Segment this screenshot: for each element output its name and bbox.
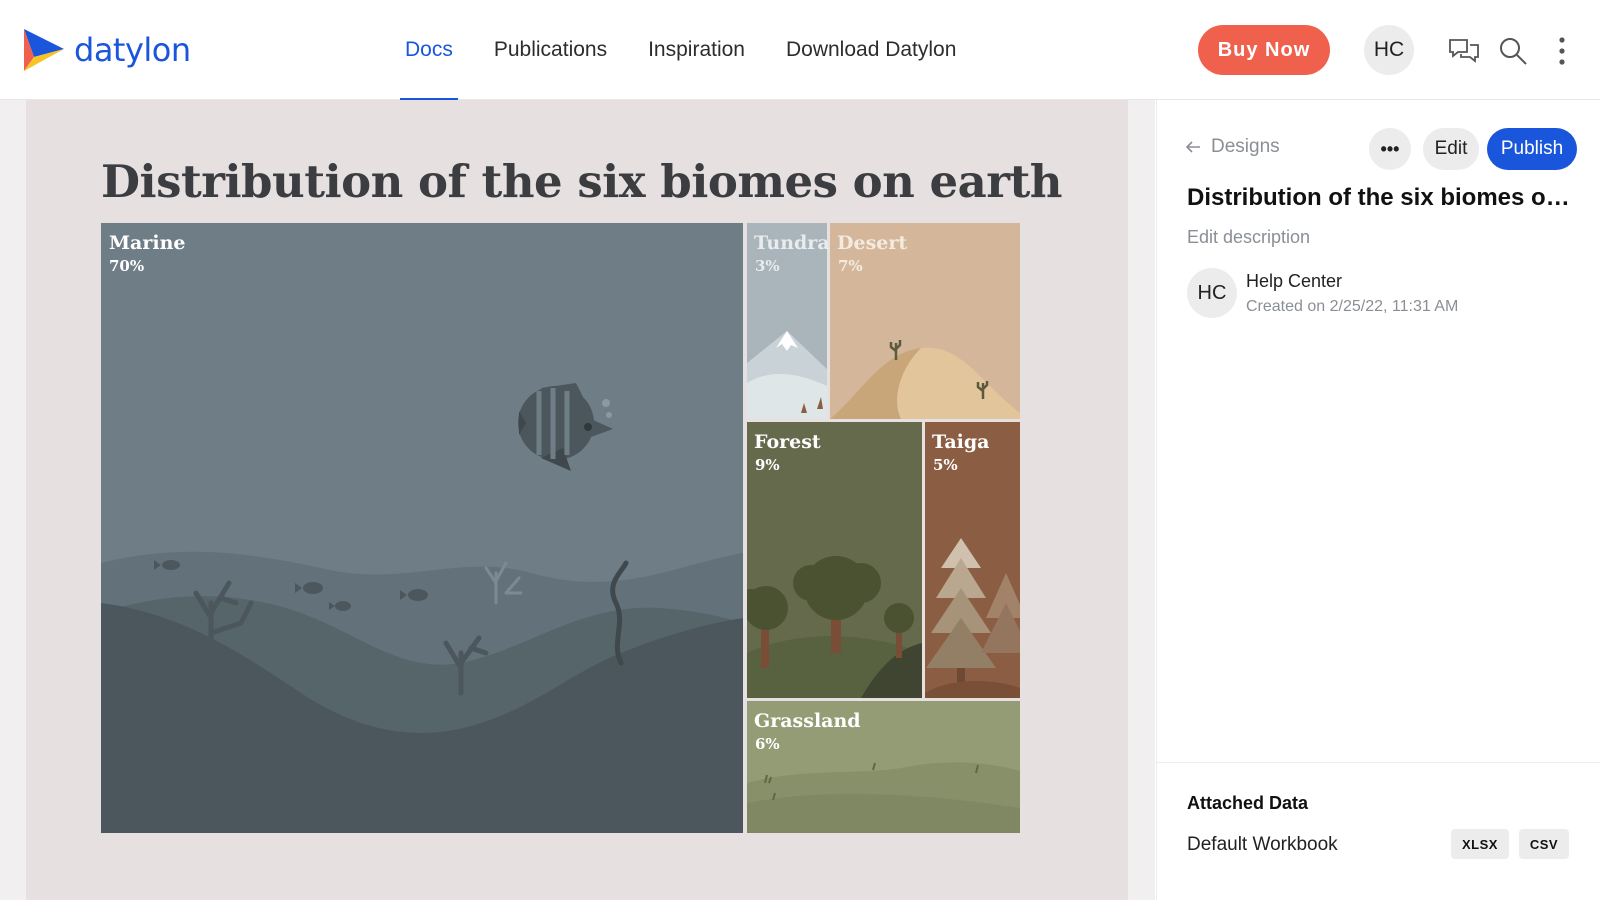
datylon-logo[interactable]: datylon xyxy=(22,27,191,73)
edit-button[interactable]: Edit xyxy=(1423,128,1479,170)
logo-text: datylon xyxy=(74,31,191,69)
datylon-logo-icon xyxy=(24,29,64,71)
csv-download-button[interactable]: CSV xyxy=(1519,829,1569,859)
tile-label-marine: Marine xyxy=(109,232,185,254)
tile-label-grassland: Grassland xyxy=(754,710,861,732)
tile-label-taiga: Taiga xyxy=(932,431,989,453)
tile-tundra[interactable]: Tundra 3% xyxy=(747,223,831,419)
nav-docs[interactable]: Docs xyxy=(400,0,458,100)
workbook-name[interactable]: Default Workbook xyxy=(1187,834,1338,856)
xlsx-download-button[interactable]: XLSX xyxy=(1451,829,1509,859)
tile-desert[interactable]: Desert 7% xyxy=(830,223,1020,419)
attached-data-section: Attached Data Default Workbook XLSX CSV xyxy=(1157,762,1600,900)
author-name: Help Center xyxy=(1246,271,1343,291)
tile-label-desert: Desert xyxy=(837,232,907,254)
chart-title: Distribution of the six biomes on earth xyxy=(101,155,1063,208)
details-panel: Designs ••• Edit Publish Distribution of… xyxy=(1156,100,1600,900)
attached-data-title: Attached Data xyxy=(1187,793,1309,813)
arrow-left-icon xyxy=(1185,141,1200,153)
more-vertical-icon[interactable] xyxy=(1546,35,1578,67)
tile-marine[interactable]: Marine 70% xyxy=(101,223,743,833)
back-to-designs-link[interactable]: Designs xyxy=(1185,136,1280,158)
tile-grassland[interactable]: Grassland 6% xyxy=(747,701,1020,833)
top-navigation-bar: datylon Docs Publications Inspiration Do… xyxy=(0,0,1600,100)
edit-description-link[interactable]: Edit description xyxy=(1187,227,1310,248)
tile-forest[interactable]: Forest 9% xyxy=(737,422,922,698)
search-icon[interactable] xyxy=(1497,35,1529,67)
buy-now-button[interactable]: Buy Now xyxy=(1198,25,1330,75)
nav-download-datylon[interactable]: Download Datylon xyxy=(786,0,956,100)
tile-value-taiga: 5% xyxy=(933,456,958,474)
main-nav: Docs Publications Inspiration Download D… xyxy=(400,0,997,100)
tile-label-forest: Forest xyxy=(754,431,821,453)
publish-button[interactable]: Publish xyxy=(1487,128,1577,170)
tile-value-desert: 7% xyxy=(838,257,863,275)
tile-value-tundra: 3% xyxy=(755,257,780,275)
author-avatar: HC xyxy=(1187,268,1237,318)
created-date: Created on 2/25/22, 11:31 AM xyxy=(1246,298,1459,315)
chat-icon[interactable] xyxy=(1448,35,1480,67)
treemap-chart[interactable]: Marine 70% Tundra 3% Desert 7% Forest 9%… xyxy=(101,223,1045,833)
tile-taiga[interactable]: Taiga 5% xyxy=(925,422,1031,698)
nav-publications[interactable]: Publications xyxy=(494,0,607,100)
tile-value-grassland: 6% xyxy=(755,735,780,753)
back-label: Designs xyxy=(1211,136,1280,157)
tile-label-tundra: Tundra xyxy=(754,232,830,254)
more-options-button[interactable]: ••• xyxy=(1369,128,1411,170)
document-title[interactable]: Distribution of the six biomes on earth xyxy=(1187,184,1577,212)
user-avatar[interactable]: HC xyxy=(1364,25,1414,75)
nav-inspiration[interactable]: Inspiration xyxy=(648,0,745,100)
tile-value-marine: 70% xyxy=(109,257,144,275)
tile-value-forest: 9% xyxy=(755,456,780,474)
